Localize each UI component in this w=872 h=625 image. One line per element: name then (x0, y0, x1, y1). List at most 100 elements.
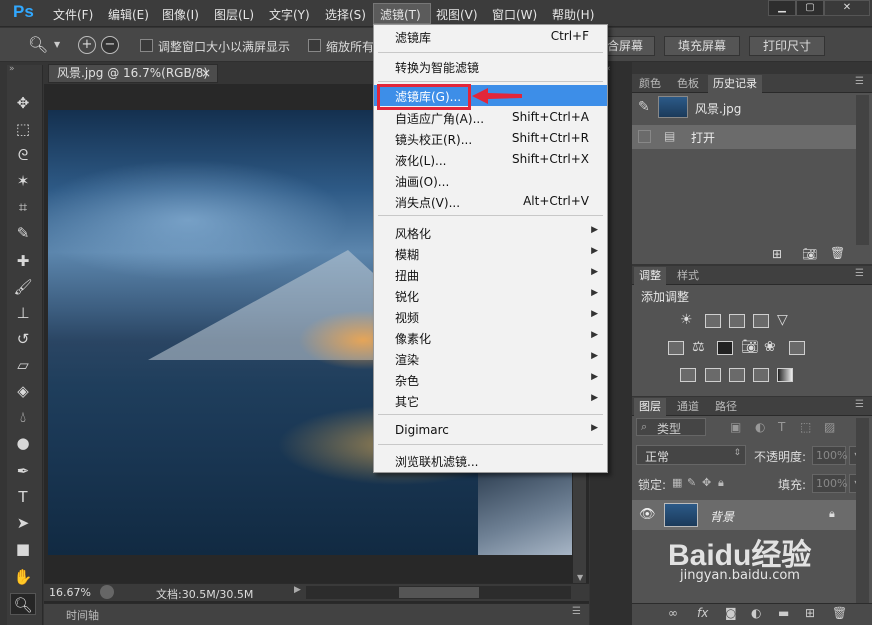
black-white-icon[interactable] (717, 341, 733, 355)
lasso-tool-icon[interactable]: ᘓ (10, 144, 36, 166)
clone-stamp-tool-icon[interactable]: ⊥ (10, 302, 36, 324)
pen-tool-icon[interactable]: ✒ (10, 460, 36, 482)
filter-type-icon[interactable]: T (778, 420, 785, 434)
brush-tool-icon[interactable]: 🖌︎ (10, 276, 36, 298)
tab-color[interactable]: 颜色 (634, 75, 666, 93)
hue-saturation-icon[interactable] (668, 341, 684, 355)
menu-item-blur[interactable]: 模糊 ▶ (374, 243, 607, 264)
menu-type[interactable]: 文字(Y) (269, 6, 310, 23)
hand-tool-icon[interactable]: ✋ (10, 566, 36, 588)
menu-item-other[interactable]: 其它 ▶ (374, 390, 607, 411)
fill-screen-button[interactable]: 填充屏幕 (664, 36, 740, 56)
menu-item-browse-online-filters[interactable]: 浏览联机滤镜... (374, 450, 607, 471)
history-state-label[interactable]: 打开 (691, 129, 715, 146)
close-icon[interactable]: ✕ (824, 0, 870, 16)
color-lookup-icon[interactable] (789, 341, 805, 355)
zoom-level[interactable]: 16.67% (49, 586, 91, 599)
menu-help[interactable]: 帮助(H) (552, 6, 594, 23)
menu-item-vanishing-point[interactable]: 消失点(V)... Alt+Ctrl+V (374, 191, 607, 212)
close-tab-icon[interactable]: × (201, 65, 211, 82)
chevron-down-icon[interactable]: ▼ (54, 40, 60, 49)
layer-mask-icon[interactable]: ◙ (725, 606, 737, 620)
history-brush-tool-icon[interactable]: ↺ (10, 328, 36, 350)
menu-view[interactable]: 视图(V) (436, 6, 478, 23)
status-arrow-icon[interactable]: ▶ (294, 585, 301, 595)
zoom-out-icon[interactable]: − (101, 36, 119, 54)
horizontal-scroll-thumb[interactable] (399, 587, 479, 598)
menu-item-pixelate[interactable]: 像素化 ▶ (374, 327, 607, 348)
menu-file[interactable]: 文件(F) (53, 6, 93, 23)
menu-image[interactable]: 图像(I) (162, 6, 199, 23)
collapse-icon[interactable]: » (9, 64, 15, 74)
vibrance-icon[interactable]: ▽ (777, 312, 788, 328)
menu-filter[interactable]: 滤镜(T) (380, 6, 421, 23)
lock-transparent-icon[interactable]: ▦ (672, 476, 682, 489)
restore-icon[interactable]: ▢ (796, 0, 824, 16)
brush-source-icon[interactable]: ✎ (638, 99, 650, 115)
channel-mixer-icon[interactable]: ❀ (764, 339, 776, 355)
brightness-icon[interactable]: ☀ (680, 312, 693, 328)
visibility-eye-icon[interactable]: 👁︎ (639, 507, 656, 522)
healing-brush-tool-icon[interactable]: ✚ (10, 250, 36, 272)
history-state-checkbox[interactable] (638, 130, 651, 143)
adjustment-layer-icon[interactable]: ◐ (751, 606, 761, 620)
blur-tool-icon[interactable]: 💧︎ (10, 406, 36, 428)
tab-channels[interactable]: 通道 (672, 398, 704, 416)
new-document-from-state-icon[interactable]: ⊞ (772, 247, 782, 261)
tab-swatches[interactable]: 色板 (672, 75, 704, 93)
lock-pixels-icon[interactable]: ✎ (687, 476, 696, 489)
menu-item-video[interactable]: 视频 ▶ (374, 306, 607, 327)
panel-menu-icon[interactable]: ☰ (855, 76, 864, 87)
document-tab[interactable]: 风景.jpg @ 16.7%(RGB/8) × (48, 64, 218, 83)
menu-item-render[interactable]: 渲染 ▶ (374, 348, 607, 369)
menu-item-last-filter[interactable]: 滤镜库 Ctrl+F (374, 26, 607, 47)
tab-adjustments[interactable]: 调整 (634, 267, 666, 285)
timeline-label[interactable]: 时间轴 (66, 607, 99, 623)
menu-item-lens-correction[interactable]: 镜头校正(R)... Shift+Ctrl+R (374, 128, 607, 149)
zoom-in-icon[interactable]: + (78, 36, 96, 54)
snapshot-thumbnail[interactable] (658, 96, 688, 118)
layers-scrollbar[interactable] (856, 418, 869, 603)
move-tool-icon[interactable]: ✥ (10, 92, 36, 114)
menu-item-distort[interactable]: 扭曲 ▶ (374, 264, 607, 285)
zoom-tool-active-icon[interactable]: 🔍︎ (10, 593, 36, 615)
marquee-tool-icon[interactable]: ⬚ (10, 118, 36, 140)
curves-icon[interactable] (729, 314, 745, 328)
layers-menu-icon[interactable]: ☰ (855, 399, 864, 410)
shape-tool-icon[interactable]: ■ (10, 538, 36, 560)
type-tool-icon[interactable]: T (10, 486, 36, 508)
menu-select[interactable]: 选择(S) (325, 6, 366, 23)
group-folder-icon[interactable]: ▬ (778, 606, 789, 620)
crop-tool-icon[interactable]: ⌗ (10, 196, 36, 218)
menu-item-sharpen[interactable]: 锐化 ▶ (374, 285, 607, 306)
opacity-field[interactable]: 100% (812, 446, 847, 465)
paint-bucket-tool-icon[interactable]: ◈ (10, 380, 36, 402)
camera-icon[interactable]: 📷︎ (802, 247, 817, 261)
new-layer-icon[interactable]: ⊞ (805, 606, 815, 620)
adjustments-menu-icon[interactable]: ☰ (855, 268, 864, 279)
color-balance-icon[interactable]: ⚖ (692, 339, 705, 355)
menu-window[interactable]: 窗口(W) (492, 6, 537, 23)
layer-name[interactable]: 背景 (710, 508, 734, 525)
lock-all-icon[interactable]: 🔒︎ (718, 476, 724, 490)
tab-history[interactable]: 历史记录 (708, 75, 762, 93)
tab-paths[interactable]: 路径 (710, 398, 742, 416)
path-selection-tool-icon[interactable]: ➤ (10, 512, 36, 534)
layer-kind-filter[interactable]: ⌕ 类型 (636, 418, 706, 436)
status-menu-icon[interactable] (100, 585, 114, 599)
exposure-icon[interactable] (753, 314, 769, 328)
resize-window-checkbox[interactable] (140, 39, 153, 52)
tab-layers[interactable]: 图层 (634, 398, 666, 416)
tab-styles[interactable]: 样式 (672, 267, 704, 285)
lock-position-icon[interactable]: ✥ (702, 476, 711, 489)
filter-smart-icon[interactable]: ▨ (824, 420, 835, 434)
fill-field[interactable]: 100% (812, 474, 847, 493)
print-size-button[interactable]: 打印尺寸 (749, 36, 825, 56)
blend-mode-select[interactable]: 正常 ⇕ (636, 445, 746, 465)
gradient-map-icon[interactable] (777, 368, 793, 382)
zoom-tool-icon[interactable]: 🔍︎ (28, 35, 48, 54)
link-layers-icon[interactable]: ∞ (668, 606, 678, 620)
menu-item-oil-paint[interactable]: 油画(O)... (374, 170, 607, 191)
zoom-all-checkbox[interactable] (308, 39, 321, 52)
scroll-down-icon[interactable]: ▼ (577, 573, 583, 582)
